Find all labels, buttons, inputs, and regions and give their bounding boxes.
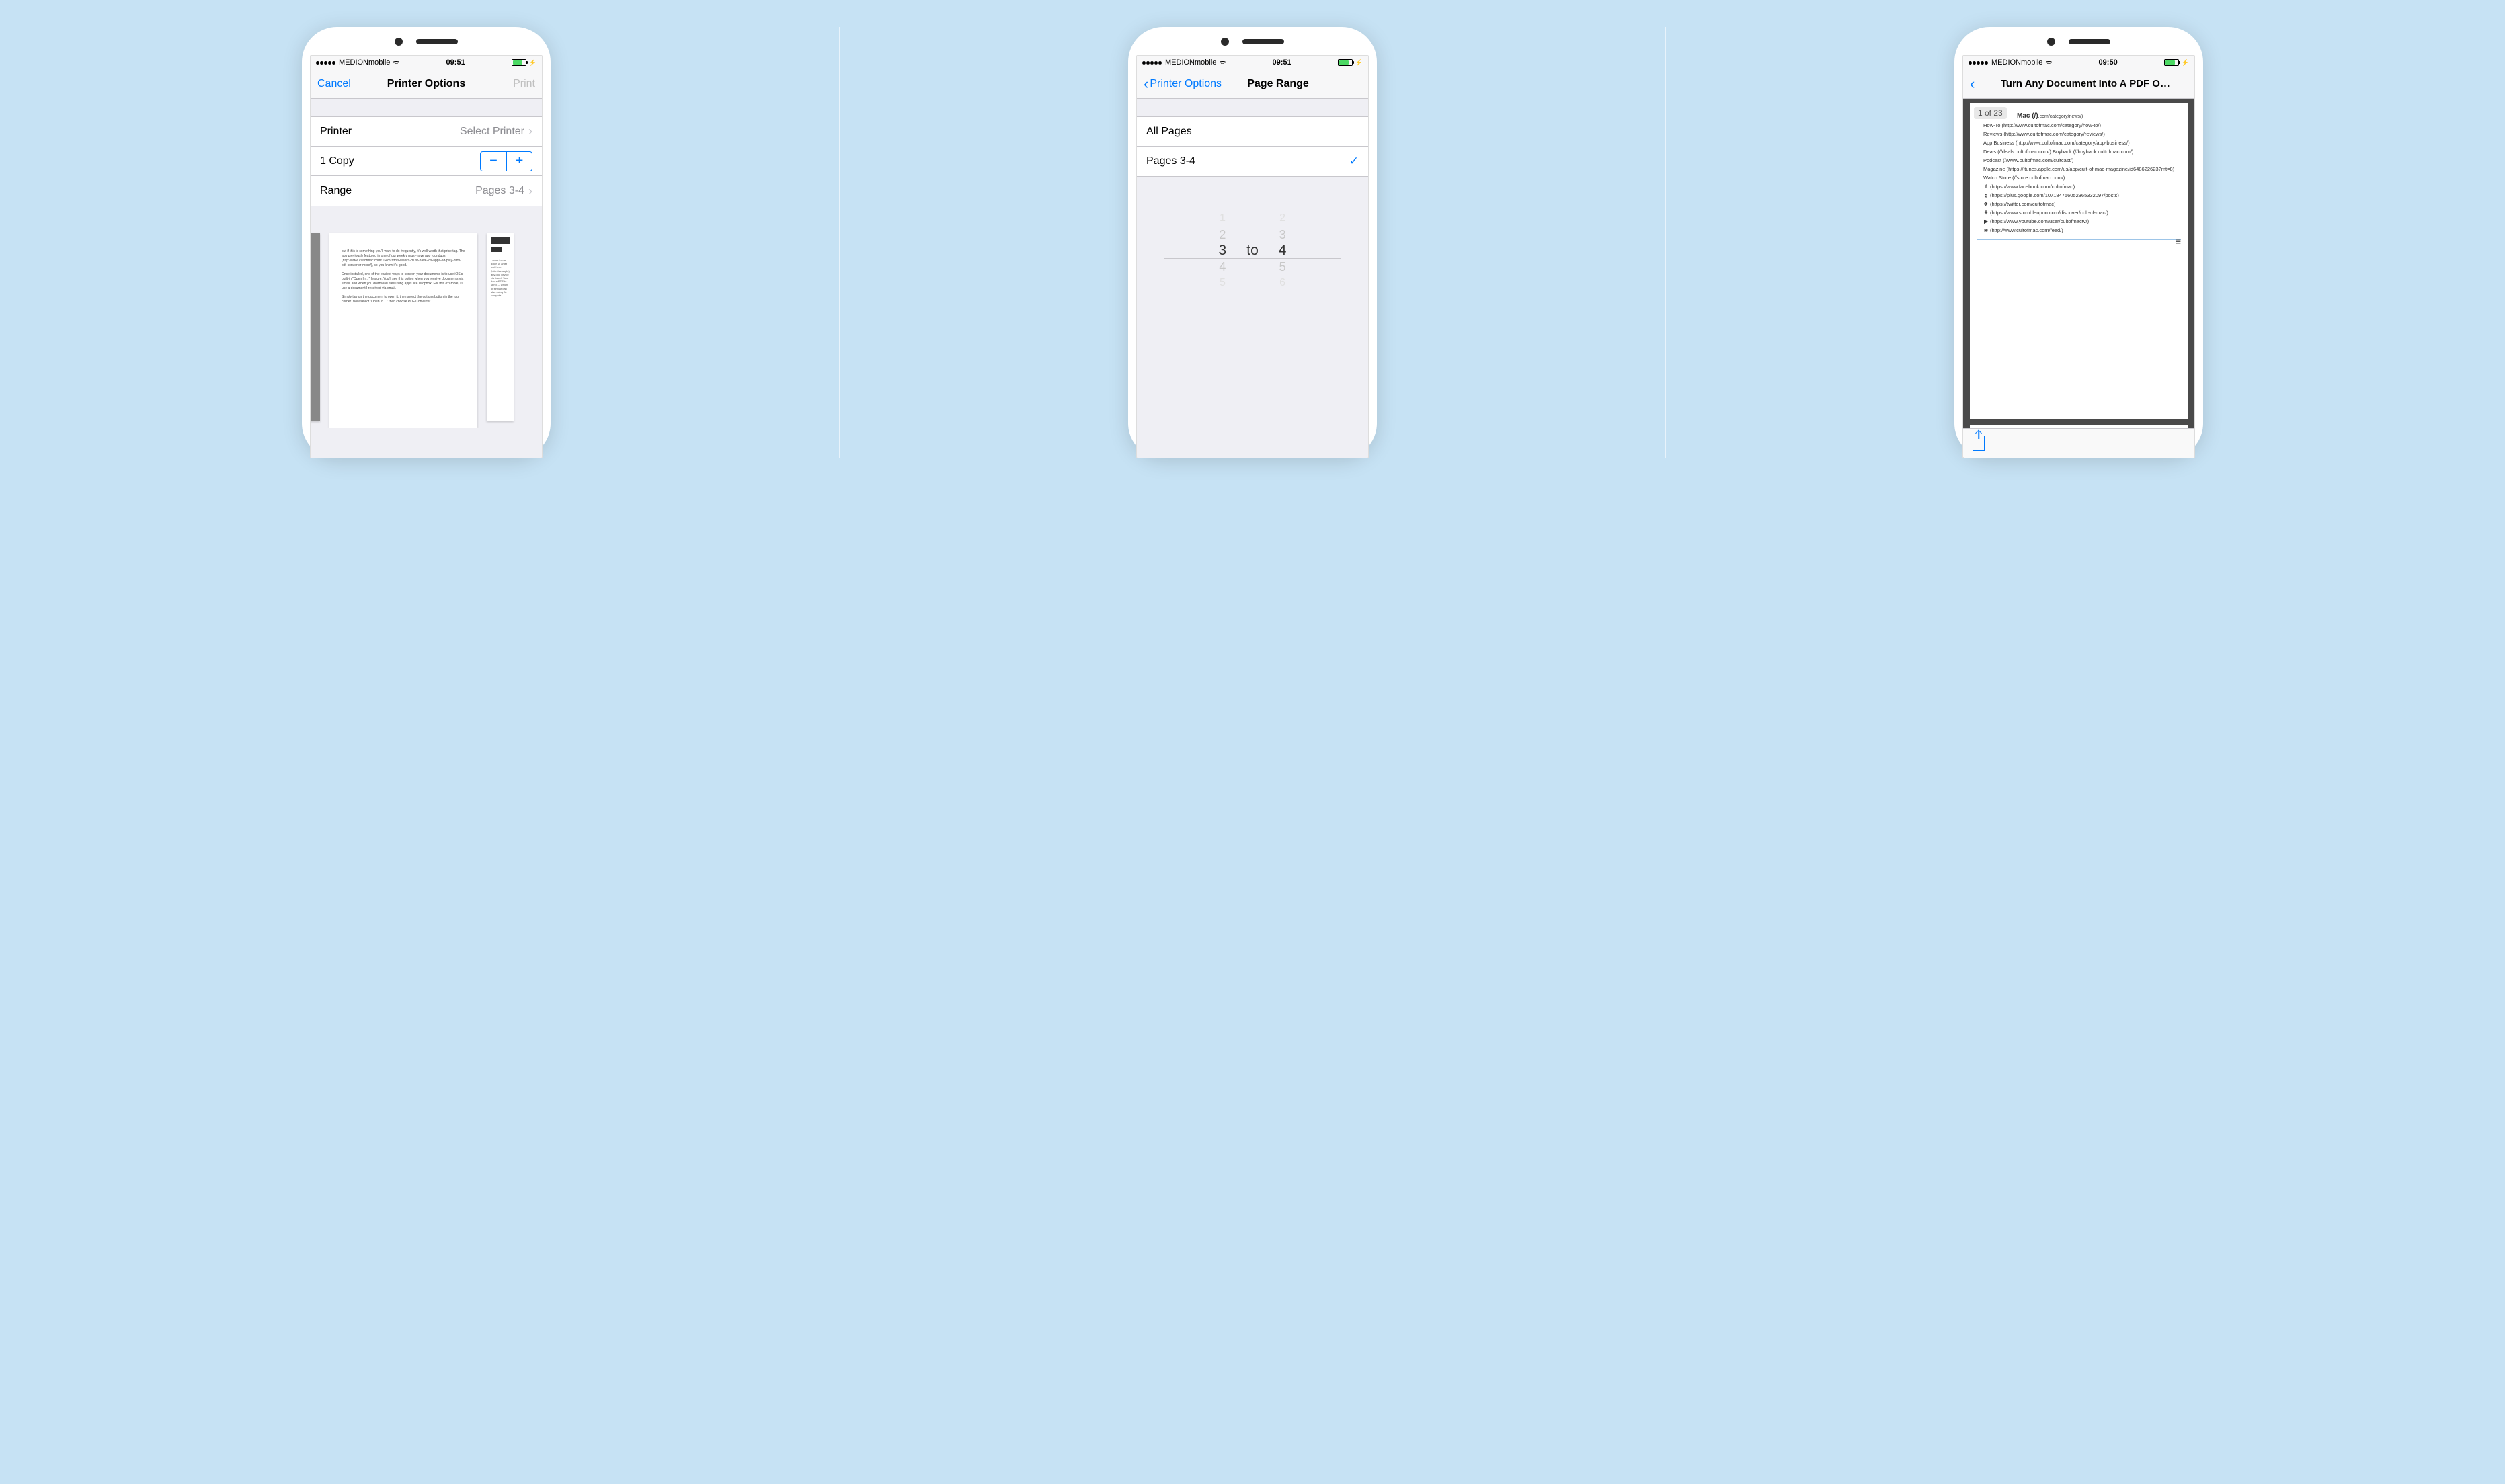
stumbleupon-icon: ⚘ (1983, 210, 1989, 216)
picker-to[interactable]: 2 3 4 5 6 (1279, 211, 1287, 290)
pdf-link: How-To (http://www.cultofmac.com/categor… (1983, 122, 2181, 128)
rss-icon: ≋ (1983, 227, 1989, 233)
chevron-left-icon: ‹ (1970, 75, 1975, 93)
battery-icon (1338, 59, 1353, 66)
pdf-heading: Mac (/) (2017, 112, 2038, 120)
checkmark-icon: ✓ (1349, 155, 1359, 168)
range-picker[interactable]: 1 2 3 4 5 to 2 3 4 5 6 (1137, 183, 1368, 318)
range-cell[interactable]: Range Pages 3-4 › (311, 176, 542, 206)
clock: 09:51 (446, 58, 465, 67)
stepper-minus-button[interactable]: − (481, 152, 506, 171)
share-icon[interactable] (1973, 436, 1985, 451)
page-count-badge: 1 of 23 (1974, 107, 2007, 119)
printer-label: Printer (320, 126, 352, 138)
status-bar: MEDIONmobileᯤ 09:51 ⚡ (311, 56, 542, 69)
pdf-link: Deals (//deals.cultofmac.com/) Buyback (… (1983, 149, 2181, 155)
pdf-link: Reviews (http://www.cultofmac.com/catego… (1983, 131, 2181, 137)
range-value: Pages 3-4 (475, 185, 524, 197)
nav-title: Page Range (1247, 78, 1309, 90)
printer-cell[interactable]: Printer Select Printer › (311, 117, 542, 147)
nav-title: Turn Any Document Into A PDF On Y... (2001, 78, 2176, 89)
battery-icon (2164, 59, 2179, 66)
back-button[interactable]: ‹Printer Options (1144, 75, 1222, 93)
back-label: Printer Options (1150, 78, 1222, 90)
pdf-link: Magazine (https://itunes.apple.com/us/ap… (1983, 166, 2181, 172)
preview-text: Simply tap on the document to open it, t… (342, 295, 465, 304)
navbar: Cancel Printer Options Print (311, 69, 542, 99)
wifi-icon: ᯤ (393, 58, 399, 68)
toolbar (1963, 428, 2194, 458)
status-bar: MEDIONmobileᯤ 09:51 ⚡ (1137, 56, 1368, 69)
print-button[interactable]: Print (488, 78, 535, 90)
phone-printer-options: MEDIONmobileᯤ 09:51 ⚡ Cancel Printer Opt… (302, 27, 551, 458)
picker-from[interactable]: 1 2 3 4 5 (1219, 211, 1227, 290)
chevron-right-icon: › (528, 124, 532, 138)
status-bar: MEDIONmobileᯤ 09:50 ⚡ (1963, 56, 2194, 69)
chevron-left-icon: ‹ (1144, 75, 1148, 93)
phone-page-range: MEDIONmobileᯤ 09:51 ⚡ ‹Printer Options P… (1128, 27, 1377, 458)
google-plus-icon: g (1983, 192, 1989, 198)
pdf-page-1[interactable]: 1 of 23 Mac (/).com/category/news/) How-… (1970, 103, 2188, 419)
preview-next-page[interactable]: Lorem ipsum dolor sit amet text here (ht… (487, 233, 514, 421)
cancel-button[interactable]: Cancel (317, 78, 364, 90)
facebook-icon: f (1983, 183, 1989, 190)
copies-stepper[interactable]: − + (480, 151, 532, 171)
selected-range-cell[interactable]: Pages 3-4 ✓ (1137, 147, 1368, 176)
preview-text: but if this is something you'll want to … (342, 249, 465, 268)
pdf-link: App Business (http://www.cultofmac.com/c… (1983, 140, 2181, 146)
page-preview[interactable]: but if this is something you'll want to … (311, 206, 542, 428)
all-pages-cell[interactable]: All Pages (1137, 117, 1368, 147)
carrier: MEDIONmobile (339, 58, 390, 67)
copies-cell: 1 Copy − + (311, 147, 542, 176)
printer-value: Select Printer (460, 126, 524, 138)
phone-pdf-viewer: MEDIONmobileᯤ 09:50 ⚡ ‹ Turn Any Documen… (1954, 27, 2203, 458)
stepper-plus-button[interactable]: + (506, 152, 532, 171)
clock: 09:50 (2099, 58, 2118, 67)
selected-range-label: Pages 3-4 (1146, 155, 1195, 167)
picker-to-label: to (1246, 243, 1259, 259)
nav-title: Printer Options (387, 78, 465, 90)
carrier: MEDIONmobile (1991, 58, 2042, 67)
youtube-icon: ▶ (1983, 218, 1989, 224)
wifi-icon: ᯤ (2045, 58, 2052, 68)
pdf-viewer[interactable]: 1 of 23 Mac (/).com/category/news/) How-… (1963, 99, 2194, 458)
chevron-right-icon: › (528, 184, 532, 198)
twitter-icon: ✈ (1983, 201, 1989, 207)
navbar: ‹ Turn Any Document Into A PDF On Y... (1963, 69, 2194, 99)
preview-text: Once installed, one of the easiest ways … (342, 272, 465, 291)
hamburger-icon: ≡ (2176, 236, 2181, 247)
navbar: ‹Printer Options Page Range (1137, 69, 1368, 99)
copies-label: 1 Copy (320, 155, 354, 167)
range-label: Range (320, 185, 352, 197)
battery-icon (512, 59, 526, 66)
clock: 09:51 (1273, 58, 1291, 67)
preview-page-3[interactable]: but if this is something you'll want to … (329, 233, 477, 428)
pdf-link: Watch Store (//store.cultofmac.com/) (1983, 175, 2181, 181)
wifi-icon: ᯤ (1219, 58, 1226, 68)
options-list: Printer Select Printer › 1 Copy − + Range… (311, 116, 542, 206)
carrier: MEDIONmobile (1165, 58, 1216, 67)
picker-to-value: 4 (1279, 243, 1287, 258)
all-pages-label: All Pages (1146, 126, 1192, 138)
range-list: All Pages Pages 3-4 ✓ (1137, 116, 1368, 177)
picker-from-value: 3 (1219, 243, 1227, 258)
preview-prev-page[interactable] (311, 233, 320, 421)
pdf-link: Podcast (//www.cultofmac.com/cultcast/) (1983, 157, 2181, 163)
